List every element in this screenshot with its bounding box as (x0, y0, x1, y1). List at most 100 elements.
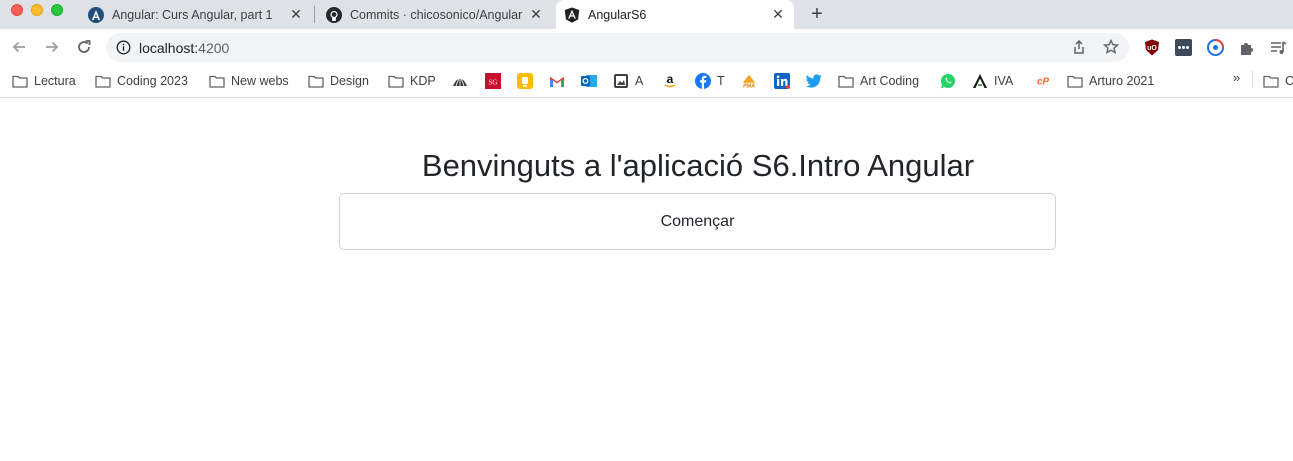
star-icon (1103, 39, 1119, 55)
notes-icon (517, 73, 533, 89)
share-icon (1074, 39, 1084, 54)
bookmark-gmail[interactable] (549, 71, 565, 91)
outlook-icon (581, 73, 597, 89)
shell-icon (452, 73, 468, 89)
bookmark-amazon[interactable]: a (662, 71, 678, 91)
bookmark-pma[interactable]: PMA (741, 71, 757, 91)
folder-icon (95, 73, 111, 89)
bookmark-iva[interactable]: IVA (972, 71, 1013, 91)
bookmark-folder-coding-2023[interactable]: Coding 2023 (95, 71, 188, 91)
bookmarks-overflow-chevron-icon[interactable]: » (1233, 70, 1240, 85)
bookmark-label: New webs (231, 74, 289, 88)
bookmark-label: Coding 2023 (117, 74, 188, 88)
amazon-icon: a (662, 73, 678, 89)
bookmark-label: IVA (994, 74, 1014, 88)
iva-icon (972, 73, 988, 89)
svg-text:cP: cP (1037, 77, 1049, 88)
bookmark-notes[interactable] (517, 71, 533, 91)
tab-angular-curs[interactable]: Angular: Curs Angular, part 1 ✕ (80, 0, 312, 29)
maximize-window-button[interactable] (51, 4, 63, 16)
reading-list-icon[interactable] (1270, 39, 1287, 56)
tab-divider (314, 6, 315, 23)
minimize-window-button[interactable] (31, 4, 43, 16)
close-tab-icon[interactable]: ✕ (528, 6, 544, 23)
url-port: 4200 (198, 39, 230, 56)
whatsapp-icon (940, 73, 956, 89)
bookmark-folder-new-webs[interactable]: New webs (209, 71, 289, 91)
bookmark-folder-kdp[interactable]: KDP (388, 71, 436, 91)
folder-icon (838, 73, 854, 89)
pma-icon: PMA (741, 73, 757, 89)
folder-icon (308, 73, 324, 89)
reload-button[interactable] (72, 35, 96, 59)
close-tab-icon[interactable]: ✕ (770, 6, 786, 23)
close-tab-icon[interactable]: ✕ (288, 6, 304, 23)
bookmark-label: A (635, 74, 644, 88)
svg-text:PMA: PMA (743, 84, 755, 89)
bookmark-label: Art Coding (860, 74, 920, 88)
ublock-icon[interactable]: uO (1143, 39, 1160, 56)
start-button[interactable]: Començar (339, 193, 1056, 250)
folder-icon (12, 73, 28, 89)
tab-title: AngularS6 (588, 7, 647, 22)
bookmark-outlook[interactable] (581, 71, 597, 91)
bookmark-label: Design (330, 74, 369, 88)
bookmark-whatsapp[interactable] (940, 71, 956, 91)
browser-toolbar: localhost:4200 uO (0, 29, 1293, 65)
puzzle-extensions-icon[interactable] (1238, 39, 1255, 56)
bookmark-folder-art-coding[interactable]: Art Coding (838, 71, 919, 91)
bookmark-star-button[interactable] (1102, 38, 1120, 56)
bookmark-twitter[interactable] (806, 71, 822, 91)
tab-strip: Angular: Curs Angular, part 1 ✕ Commits … (0, 0, 1293, 29)
bookmark-label: Arturo 2021 (1089, 74, 1155, 88)
bookmark-facebook[interactable]: T (695, 71, 725, 91)
bookmark-folder-other[interactable]: C (1263, 71, 1293, 91)
tab-title: Commits · chicosonico/Angular (350, 7, 523, 22)
tab-commits[interactable]: Commits · chicosonico/Angular ✕ (318, 0, 552, 29)
angular-a-icon (88, 6, 104, 23)
gmail-icon (549, 73, 565, 89)
bookmark-folder-arturo-2021[interactable]: Arturo 2021 (1067, 71, 1154, 91)
url-host: localhost: (139, 39, 199, 56)
close-window-button[interactable] (11, 4, 23, 16)
bookmark-cpanel[interactable]: cP (1035, 71, 1051, 91)
dots-extension-icon[interactable] (1175, 39, 1192, 56)
svg-text:uO: uO (1147, 45, 1157, 52)
arrow-right-icon (46, 41, 59, 53)
info-icon[interactable] (116, 40, 131, 55)
bookmark-sg[interactable]: SG (485, 71, 501, 91)
facebook-icon (695, 73, 711, 89)
sg-icon: SG (485, 73, 501, 89)
forward-button[interactable] (40, 35, 64, 59)
bookmark-label: Lectura (34, 74, 76, 88)
bookmark-linkedin[interactable] (774, 71, 790, 91)
bookmark-label: KDP (410, 74, 436, 88)
folder-icon (388, 73, 404, 89)
bookmark-label: T (717, 74, 725, 88)
image-doc-icon (613, 73, 629, 89)
angular-logo-icon (564, 7, 580, 23)
bookmark-folder-design[interactable]: Design (308, 71, 369, 91)
bookmarks-bar: Lectura Coding 2023 New webs Design KDP … (0, 65, 1293, 98)
reload-icon (78, 40, 91, 53)
share-button[interactable] (1070, 38, 1088, 56)
bookmark-image-doc[interactable]: A (613, 71, 643, 91)
bookmark-folder-lectura[interactable]: Lectura (12, 71, 76, 91)
new-tab-button[interactable]: + (806, 3, 828, 25)
arrow-left-icon (12, 41, 25, 53)
svg-text:a: a (667, 73, 674, 86)
sync-icon[interactable] (1207, 39, 1224, 56)
folder-icon (209, 73, 225, 89)
page-title: Benvinguts a l'aplicació S6.Intro Angula… (421, 148, 975, 183)
tab-title: Angular: Curs Angular, part 1 (112, 7, 273, 22)
cpanel-icon: cP (1035, 73, 1051, 89)
linkedin-icon (774, 73, 790, 89)
bookmark-shell[interactable] (452, 71, 468, 91)
back-button[interactable] (7, 35, 31, 59)
tab-angulars6[interactable]: AngularS6 ✕ (556, 0, 794, 29)
bookmark-label: C (1285, 74, 1293, 88)
svg-text:SG: SG (489, 79, 498, 87)
twitter-icon (806, 73, 822, 89)
address-bar[interactable]: localhost:4200 (106, 33, 1129, 62)
url-text: localhost:4200 (139, 40, 229, 56)
